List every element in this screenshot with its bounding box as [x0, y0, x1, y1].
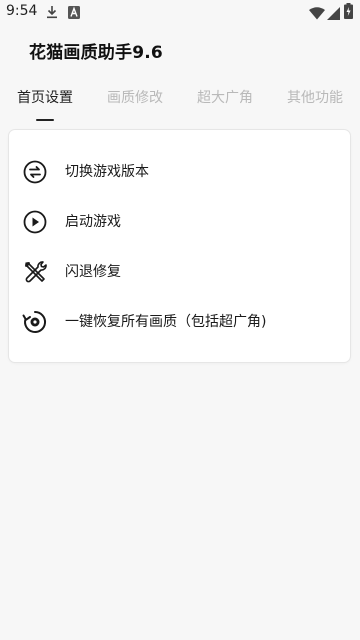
restore-all-quality-item[interactable]: 一键恢复所有画质（包括超广角) — [9, 297, 350, 347]
battery-charging-icon — [344, 3, 353, 23]
signal-icon — [327, 5, 340, 24]
menu-card: 切换游戏版本 启动游戏 闪退修复 一键恢复所有画质（包括超广角) — [9, 130, 350, 362]
download-icon — [46, 4, 58, 23]
tab-bar: 首页设置 画质修改 超大广角 其他功能 — [0, 86, 360, 126]
tab-other-functions[interactable]: 其他功能 — [270, 86, 360, 110]
switch-game-version-item[interactable]: 切换游戏版本 — [9, 147, 350, 197]
status-bar: 9:54 — [0, 0, 360, 24]
a-notification-icon — [68, 4, 80, 23]
wifi-icon — [309, 5, 325, 24]
play-circle-icon — [22, 209, 48, 235]
menu-item-label: 闪退修复 — [65, 264, 121, 280]
tab-wide-angle[interactable]: 超大广角 — [180, 86, 270, 110]
menu-item-label: 切换游戏版本 — [65, 164, 149, 180]
crash-fix-item[interactable]: 闪退修复 — [9, 247, 350, 297]
menu-item-label: 一键恢复所有画质（包括超广角) — [65, 314, 267, 330]
tab-quality-edit[interactable]: 画质修改 — [90, 86, 180, 110]
tab-home-settings[interactable]: 首页设置 — [0, 86, 90, 110]
menu-item-label: 启动游戏 — [65, 214, 121, 230]
tools-icon — [22, 259, 48, 285]
status-time: 9:54 — [6, 3, 38, 19]
app-title: 花猫画质助手9.6 — [29, 43, 163, 63]
swap-circle-icon — [22, 159, 48, 185]
launch-game-item[interactable]: 启动游戏 — [9, 197, 350, 247]
restore-icon — [22, 309, 48, 335]
active-tab-indicator — [36, 119, 54, 121]
